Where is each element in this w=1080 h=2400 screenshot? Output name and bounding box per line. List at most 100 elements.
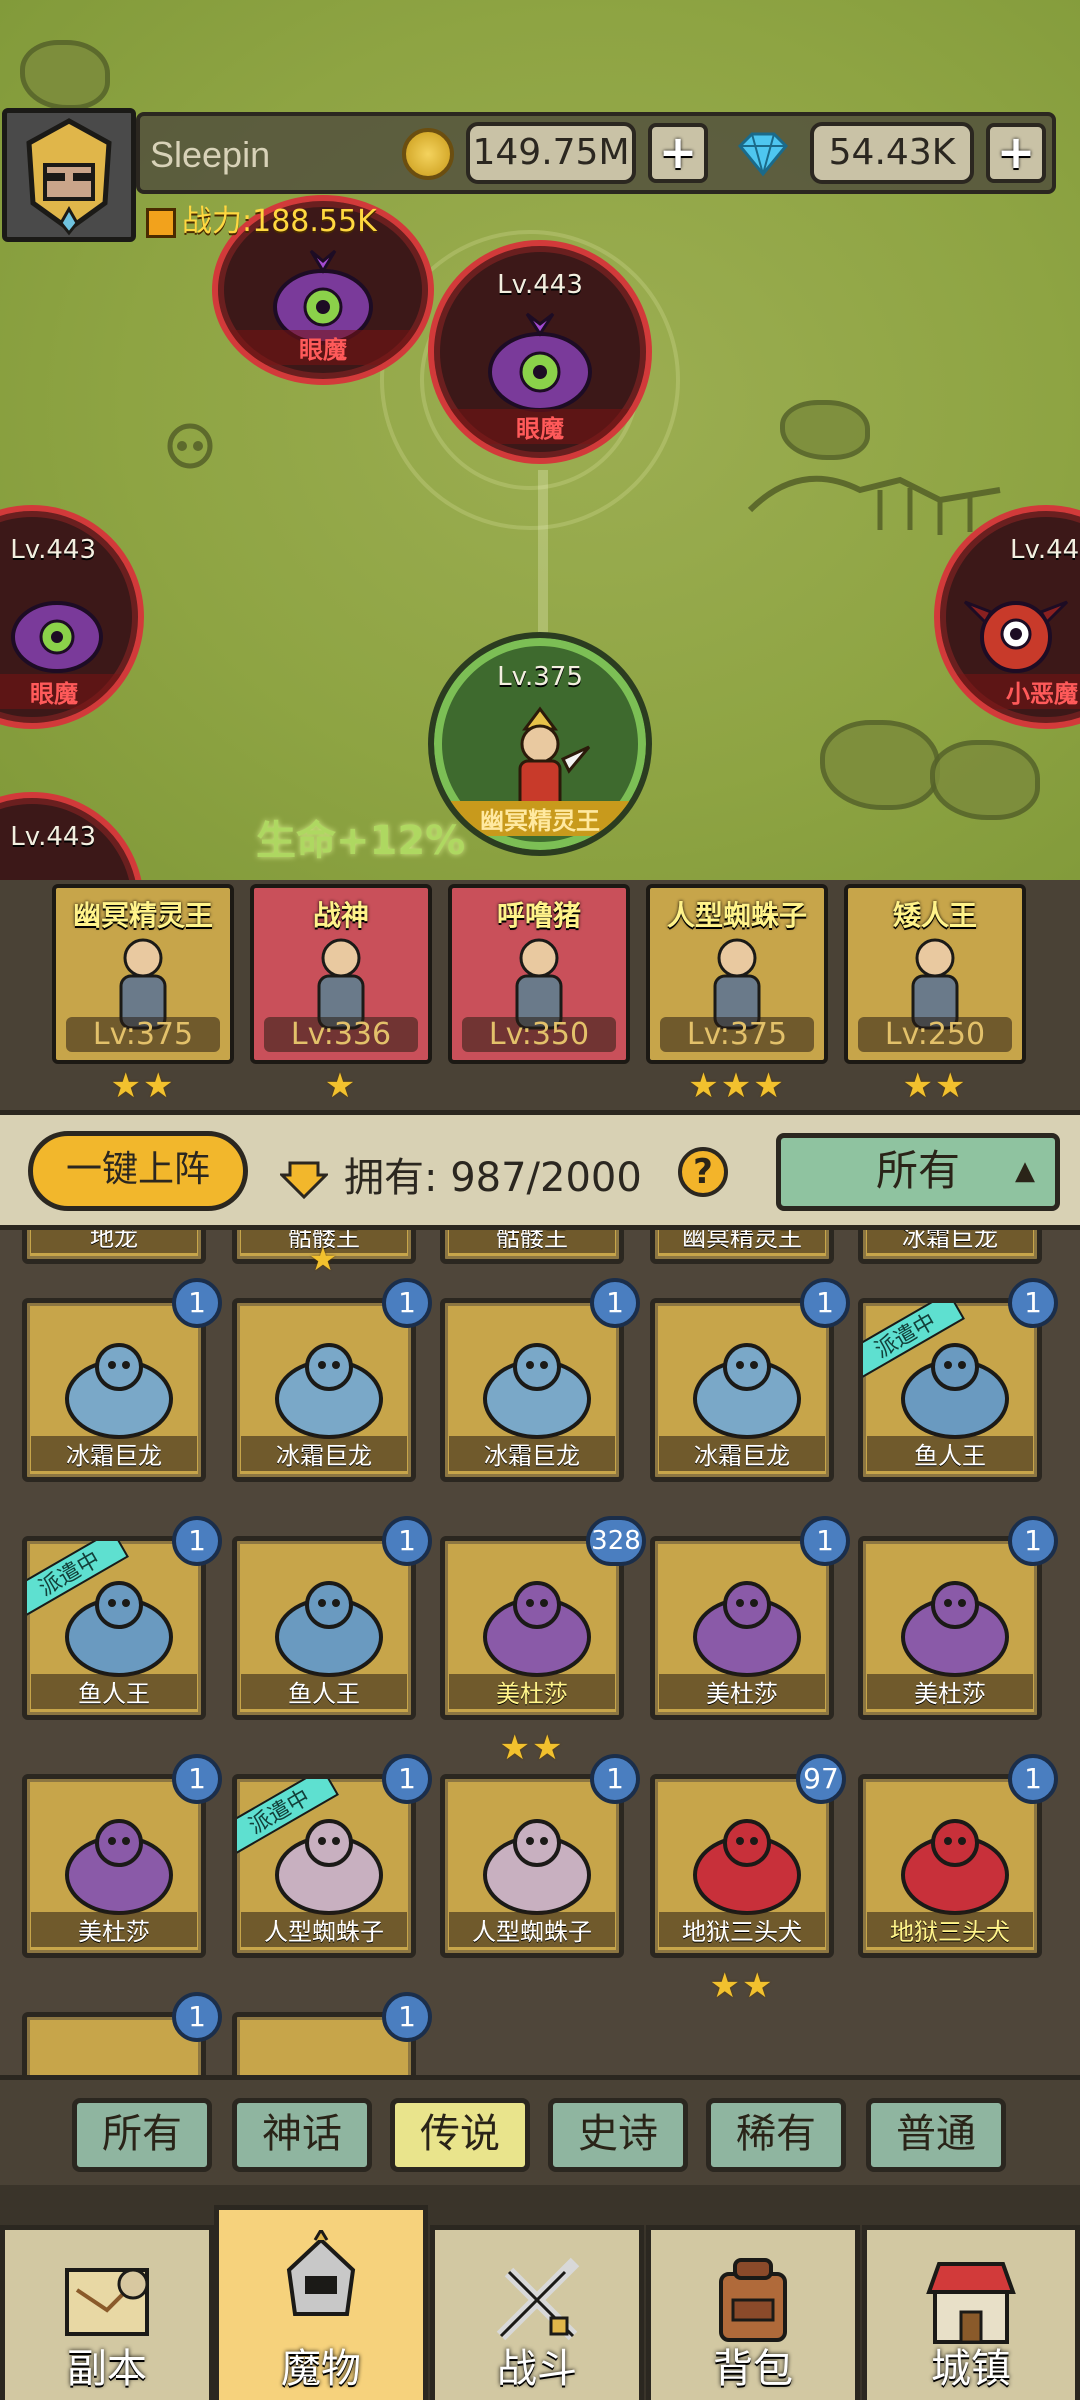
team-slot[interactable]: 人型蜘蛛子 Lv:375 (646, 884, 828, 1064)
rarity-tab[interactable]: 稀有 (706, 2098, 846, 2172)
map-rock (20, 40, 110, 110)
monster-name: 美杜莎 (867, 1674, 1033, 1709)
map-node-name: 幽冥精灵王 (434, 801, 646, 836)
map-node-eye-demon[interactable]: Lv.443 眼魔 (0, 505, 144, 729)
monster-card[interactable]: 幽冥精灵王 (650, 1230, 834, 1264)
map-node-name: 眼魔 (218, 330, 428, 365)
monster-portrait (259, 1329, 399, 1449)
nav-label: 背包 (713, 2346, 793, 2392)
team-hero-name: 呼噜猪 (496, 899, 581, 932)
monster-name: 鱼人王 (31, 1674, 197, 1709)
count-badge: 1 (1008, 1278, 1058, 1328)
monster-card[interactable]: 鱼人王 (232, 1536, 416, 1720)
map-node-imp[interactable]: Lv.443 小恶魔 (934, 505, 1080, 729)
monster-collection-grid[interactable]: 地龙 骷髅王 骷髅王 幽冥精灵王 冰霜巨龙 ★ 冰霜巨龙 1 冰霜巨龙 1 冰霜巨龙 1 冰霜巨龙 1 鱼人… (0, 1230, 1080, 2075)
monster-card[interactable]: 冰霜巨龙 (440, 1298, 624, 1482)
map-node-eye-demon[interactable]: Lv.443 眼魔 (428, 240, 652, 464)
team-lineup: 幽冥精灵王 Lv:375 战神 Lv:336 呼噜猪 Lv:350 人型蜘蛛子 Lv:375 矮… (0, 880, 1080, 1110)
player-info-bar: Sleepin 149.75M + 54.43K + (136, 112, 1056, 194)
monster-card[interactable]: 地狱三头犬 (650, 1774, 834, 1958)
eye-demon-icon (2, 582, 112, 686)
count-badge: 1 (172, 1992, 222, 2042)
monster-card[interactable]: 美杜莎 (22, 1774, 206, 1958)
monster-name: 美杜莎 (659, 1674, 825, 1709)
monster-name: 鱼人王 (241, 1674, 407, 1709)
nav-label: 副本 (67, 2346, 147, 2392)
rarity-tab[interactable]: 所有 (72, 2098, 212, 2172)
player-name: Sleepin (150, 134, 271, 175)
monster-card[interactable]: 鱼人王 派遣中 (858, 1298, 1042, 1482)
map-node-name: 小恶魔 (940, 674, 1080, 709)
team-hero-name: 战神 (312, 899, 369, 932)
rarity-tab[interactable]: 普通 (866, 2098, 1006, 2172)
team-slot[interactable]: 幽冥精灵王 Lv:375 (52, 884, 234, 1064)
team-hero-name: 人型蜘蛛子 (666, 899, 807, 932)
monster-card[interactable]: 冰霜巨龙 (232, 1298, 416, 1482)
map-node-name: 眼魔 (434, 409, 646, 444)
monster-card[interactable]: 冰霜巨龙 (858, 1230, 1042, 1264)
team-hero-name: 幽冥精灵王 (72, 899, 213, 932)
filter-selected: 所有 (875, 1146, 960, 1195)
bottom-navigation: 副本 魔物 战斗 背包 城镇 (0, 2185, 1080, 2400)
monster-card[interactable]: 地狱三头犬 (858, 1774, 1042, 1958)
monster-portrait (49, 1329, 189, 1449)
monster-name: 幽冥精灵王 (659, 1230, 825, 1253)
add-gems-button[interactable]: + (986, 123, 1046, 183)
monster-card[interactable]: 鱼人王 派遣中 (22, 1536, 206, 1720)
monster-name: 人型蜘蛛子 (241, 1912, 407, 1947)
help-button[interactable]: ? (678, 1147, 728, 1197)
top-bar: Sleepin 149.75M + 54.43K + 战力:188.55K (0, 108, 1060, 242)
player-avatar[interactable] (2, 108, 136, 242)
team-slot[interactable]: 矮人王 Lv:250 (844, 884, 1026, 1064)
rarity-tab[interactable]: 神话 (232, 2098, 372, 2172)
monster-portrait (885, 1805, 1025, 1925)
monster-card[interactable]: 冰霜巨龙 (650, 1298, 834, 1482)
nav-town[interactable]: 城镇 (862, 2225, 1080, 2400)
collection-controls: 一键上阵 拥有: 987/2000 ? 所有 ▲ (0, 1110, 1080, 1230)
auto-deploy-button[interactable]: 一键上阵 (28, 1131, 248, 1211)
sort-arrow-icon[interactable] (280, 1159, 328, 1199)
diamond-icon (737, 132, 789, 177)
team-hero-name: 矮人王 (892, 899, 977, 932)
count-badge: 1 (172, 1278, 222, 1328)
monster-card[interactable]: 骷髅王 (440, 1230, 624, 1264)
gold-coin-icon (402, 128, 454, 180)
team-hero-level: Lv:375 (660, 1017, 814, 1052)
rarity-tab[interactable]: 史诗 (548, 2098, 688, 2172)
town-house-icon (921, 2250, 1021, 2350)
monster-portrait (885, 1567, 1025, 1687)
monster-portrait (677, 1805, 817, 1925)
nav-monsters[interactable]: 魔物 (214, 2205, 428, 2400)
chevron-up-icon: ▲ (1015, 1156, 1035, 1186)
map-node-name: 眼魔 (0, 674, 138, 709)
monster-card[interactable]: 美杜莎 (858, 1536, 1042, 1720)
monster-name: 骷髅王 (449, 1230, 615, 1253)
star-rating: ★★★ (688, 1066, 786, 1106)
filter-dropdown[interactable]: 所有 ▲ (776, 1133, 1060, 1211)
count-badge: 1 (382, 1278, 432, 1328)
monster-card[interactable]: 地龙 (22, 1230, 206, 1264)
map-rock (820, 720, 940, 810)
nav-dungeon[interactable]: 副本 (0, 2225, 214, 2400)
monster-card[interactable]: 冰霜巨龙 (22, 1298, 206, 1482)
nav-backpack[interactable]: 背包 (646, 2225, 860, 2400)
monster-name: 鱼人王 (867, 1436, 1033, 1471)
nav-battle[interactable]: 战斗 (430, 2225, 644, 2400)
power-icon (146, 207, 176, 238)
team-slot[interactable]: 呼噜猪 Lv:350 (448, 884, 630, 1064)
monster-card[interactable]: 美杜莎 (440, 1536, 624, 1720)
add-gold-button[interactable]: + (648, 123, 708, 183)
monster-name: 冰霜巨龙 (659, 1436, 825, 1471)
monster-portrait (677, 1329, 817, 1449)
monster-card[interactable]: 人型蜘蛛子 (440, 1774, 624, 1958)
team-slot[interactable]: 战神 Lv:336 (250, 884, 432, 1064)
rarity-tab[interactable]: 传说 (390, 2098, 530, 2172)
team-hero-level: Lv:250 (858, 1017, 1012, 1052)
monster-card[interactable]: 人型蜘蛛子 派遣中 (232, 1774, 416, 1958)
count-badge: 1 (172, 1516, 222, 1566)
gold-amount: 149.75M (466, 122, 636, 184)
buff-text: 生命+12% (256, 818, 466, 864)
map-node-level: Lv.443 (10, 535, 96, 565)
monster-name: 人型蜘蛛子 (449, 1912, 615, 1947)
monster-card[interactable]: 美杜莎 (650, 1536, 834, 1720)
